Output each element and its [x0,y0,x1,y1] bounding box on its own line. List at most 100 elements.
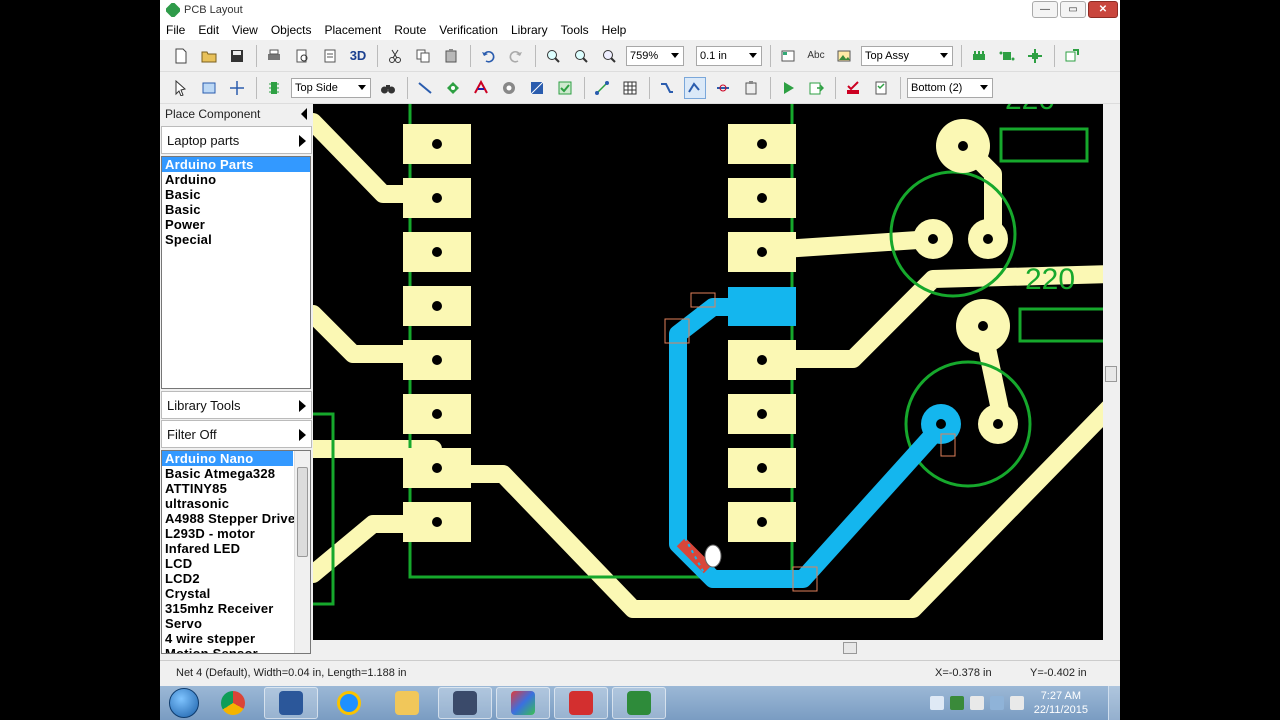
menu-objects[interactable]: Objects [271,23,312,37]
scroll-thumb[interactable] [297,467,308,557]
taskbar-pcb[interactable] [612,687,666,719]
filter-header[interactable]: Filter Off [161,420,312,448]
copy-icon[interactable] [412,45,434,67]
grid-icon[interactable] [619,77,641,99]
flag-icon[interactable] [969,696,984,710]
zoom-out-icon[interactable] [570,45,592,67]
taskbar-chrome[interactable] [206,687,260,719]
spell-check-button[interactable]: Abc [805,45,827,67]
tray-app-icon[interactable] [949,696,964,710]
page-setup-icon[interactable] [319,45,341,67]
category-item[interactable]: Power [162,217,310,232]
clipboard-icon[interactable] [740,77,762,99]
component-item[interactable]: ultrasonic [162,496,310,511]
cut-icon[interactable] [384,45,406,67]
properties-icon[interactable] [777,45,799,67]
network-icon[interactable] [989,696,1004,710]
category-item[interactable]: Basic [162,202,310,217]
menu-help[interactable]: Help [602,23,627,37]
component-item[interactable]: Arduino Nano [162,451,293,466]
category-item[interactable]: Arduino [162,172,310,187]
tray-chevron-icon[interactable] [929,696,944,710]
component-item[interactable]: 315mhz Receiver [162,601,310,616]
pad-tool-icon[interactable] [442,77,464,99]
component-item[interactable]: A4988 Stepper Drive [162,511,310,526]
route-edit-icon[interactable] [684,76,706,99]
split-trace-icon[interactable] [712,77,734,99]
zoom-select[interactable]: 759% [626,45,684,66]
taskbar-save[interactable] [438,687,492,719]
menu-view[interactable]: View [232,23,258,37]
fill-area-icon[interactable] [526,77,548,99]
taskbar-ie[interactable] [322,687,376,719]
component-item[interactable]: 4 wire stepper [162,631,310,646]
trace[interactable] [774,230,942,258]
image-icon[interactable] [833,45,855,67]
layer-view-select[interactable]: Top Assy [861,45,953,66]
menu-library[interactable]: Library [511,23,548,37]
trace-tool-icon[interactable] [414,77,436,99]
category-item[interactable]: Arduino Parts [162,157,310,172]
category-list[interactable]: Arduino Parts Arduino Basic Basic Power … [161,156,311,389]
canvas-vertical-scrollbar[interactable] [1103,104,1120,640]
paste-icon[interactable] [440,45,462,67]
taskbar-pdf[interactable] [554,687,608,719]
scroll-thumb[interactable] [843,642,857,654]
route-icon[interactable] [656,77,678,99]
menu-file[interactable]: File [166,23,185,37]
menu-tools[interactable]: Tools [561,23,589,37]
volume-icon[interactable] [1009,696,1024,710]
check-icon[interactable] [554,77,576,99]
canvas-horizontal-scrollbar[interactable] [313,640,1103,657]
selected-net[interactable] [669,298,950,588]
binoculars-icon[interactable] [377,77,399,99]
component-list[interactable]: Arduino Nano Basic Atmega328 ATTINY85 ul… [161,450,311,654]
category-item[interactable]: Special [162,232,310,247]
component-item[interactable]: Crystal [162,586,310,601]
maximize-button[interactable]: ▭ [1060,1,1086,18]
ratsnest-icon[interactable] [591,77,613,99]
menu-placement[interactable]: Placement [325,23,382,37]
category-header[interactable]: Laptop parts [161,126,312,154]
save-icon[interactable] [226,45,248,67]
view-3d-button[interactable]: 3D [347,45,369,67]
taskbar-word[interactable] [264,687,318,719]
export-gerber-icon[interactable] [805,77,827,99]
crosshair-icon[interactable] [226,77,248,99]
collapse-panel-icon[interactable] [301,108,307,120]
pcb-canvas[interactable]: 220 220 [313,104,1103,640]
minimize-button[interactable]: — [1032,1,1058,18]
clock[interactable]: 7:27 AM 22/11/2015 [1034,689,1088,717]
layer-stack-icon[interactable] [968,45,990,67]
grid-size-select[interactable]: 0.1 in [696,45,762,66]
print-icon[interactable] [263,45,285,67]
selected-pad[interactable] [728,287,796,326]
menu-edit[interactable]: Edit [198,23,219,37]
taskbar-paint[interactable] [496,687,550,719]
close-button[interactable]: ✕ [1088,1,1118,18]
taskbar-explorer[interactable] [380,687,434,719]
component-item[interactable]: Infared LED [162,541,310,556]
component-item[interactable]: LCD [162,556,310,571]
checklist-icon[interactable] [870,77,892,99]
text-tool-icon[interactable] [470,77,492,99]
zoom-in-icon[interactable] [542,45,564,67]
component-item[interactable]: LCD2 [162,571,310,586]
scroll-thumb[interactable] [1105,366,1117,382]
category-item[interactable]: Basic [162,187,310,202]
via-tool-icon[interactable] [498,77,520,99]
netlist-icon[interactable] [1024,45,1046,67]
library-tools-header[interactable]: Library Tools [161,391,312,419]
menu-verification[interactable]: Verification [439,23,498,37]
pcb-board-drawing[interactable]: 220 220 [313,104,1103,640]
open-folder-icon[interactable] [198,45,220,67]
component-item[interactable]: Servo [162,616,310,631]
print-preview-icon[interactable] [291,45,313,67]
redo-icon[interactable] [505,45,527,67]
select-window-icon[interactable] [198,77,220,99]
selected-trace[interactable] [669,298,950,588]
menu-route[interactable]: Route [394,23,426,37]
run-autoroute-icon[interactable] [777,77,799,99]
new-file-icon[interactable] [170,45,192,67]
drc-icon[interactable] [842,77,864,99]
